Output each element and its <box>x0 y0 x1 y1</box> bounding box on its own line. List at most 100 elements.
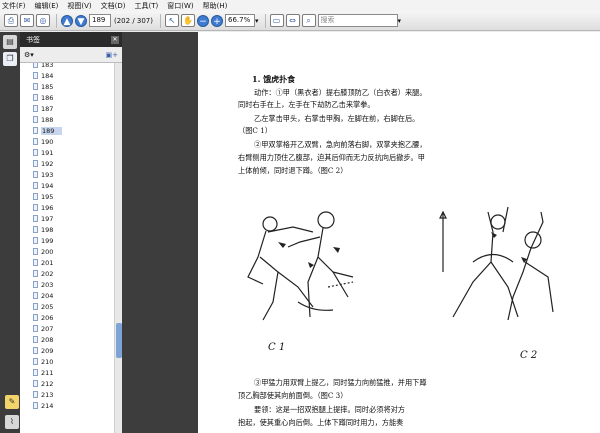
bookmark-item[interactable]: 183 <box>20 63 122 70</box>
close-icon[interactable]: ✕ <box>111 35 119 44</box>
find-button[interactable]: ⌕ <box>301 14 316 28</box>
bookmark-label: 183 <box>41 63 54 69</box>
bookmark-label: 200 <box>41 247 54 256</box>
toolbar-divider <box>264 13 266 28</box>
text-line: 右臂侧用力顶住乙腹部，迫其后仰而无力反抗向后撤步。甲 <box>238 153 425 162</box>
bookmark-label: 213 <box>41 390 54 399</box>
bookmark-item[interactable]: 198 <box>20 224 122 235</box>
arrow-up-icon: ▲ <box>61 14 73 27</box>
collab-button[interactable]: ◎ <box>36 14 50 28</box>
menu-help[interactable]: 帮助(H) <box>203 1 228 11</box>
bookmark-item[interactable]: 199 <box>20 235 122 246</box>
text-line: 乙左掌击甲头，右掌击甲胸，左脚在前，右脚在后。 <box>254 114 420 123</box>
bookmark-item[interactable]: 200 <box>20 246 122 257</box>
bookmark-item[interactable]: 211 <box>20 367 122 378</box>
bookmark-item[interactable]: 190 <box>20 136 122 147</box>
bookmark-item[interactable]: 189 <box>20 125 122 136</box>
menu-document[interactable]: 文档(D) <box>101 1 126 11</box>
bookmark-item[interactable]: 184 <box>20 70 122 81</box>
bookmark-item[interactable]: 214 <box>20 400 122 411</box>
bookmark-item[interactable]: 208 <box>20 334 122 345</box>
text-line: ②甲双掌格开乙双臂，急向前落右脚，双掌夹抱乙腰， <box>254 140 427 149</box>
bookmark-item[interactable]: 210 <box>20 356 122 367</box>
bookmark-item[interactable]: 196 <box>20 202 122 213</box>
toolbar-divider <box>160 13 161 28</box>
bookmark-item[interactable]: 185 <box>20 81 122 92</box>
zoom-out-button[interactable]: − <box>197 14 209 28</box>
chevron-down-icon: ▾ <box>255 16 259 25</box>
bookmark-item[interactable]: 191 <box>20 147 122 158</box>
bookmark-label: 190 <box>41 137 54 146</box>
bookmark-icon <box>33 369 38 376</box>
next-page-button[interactable]: ▼ <box>75 14 87 28</box>
new-bookmark-button[interactable]: ▣+ <box>106 51 118 59</box>
comments-panel-button[interactable]: ✎ <box>2 392 19 412</box>
select-tool-button[interactable]: ↖ <box>165 14 179 28</box>
bookmark-label: 187 <box>41 104 54 113</box>
bookmark-item[interactable]: 197 <box>20 213 122 224</box>
print-button[interactable]: ⎙ <box>4 14 18 28</box>
text-line: 要领：这是一招双抱腿上提摔。同时必须将对方 <box>254 405 405 414</box>
bookmark-item[interactable]: 206 <box>20 312 122 323</box>
bookmark-item[interactable]: 204 <box>20 290 122 301</box>
fit-width-icon: ⇔ <box>285 14 300 27</box>
binoculars-icon: ⌕ <box>301 14 316 27</box>
options-menu-button[interactable]: ⚙▾ <box>24 51 34 59</box>
attachments-panel-button[interactable]: ⌇ <box>2 412 19 432</box>
bookmark-label: 203 <box>41 280 54 289</box>
bookmark-item[interactable]: 212 <box>20 378 122 389</box>
search-input[interactable]: 搜索 <box>317 14 398 27</box>
hand-tool-button[interactable]: ✋ <box>181 14 195 28</box>
bookmark-item[interactable]: 201 <box>20 257 122 268</box>
prev-page-button[interactable]: ▲ <box>61 14 73 28</box>
menu-edit[interactable]: 编辑(E) <box>35 1 59 11</box>
search-dropdown[interactable]: ▾ <box>398 14 402 28</box>
bookmark-label: 197 <box>41 214 54 223</box>
bookmarks-icon[interactable]: ❐ <box>3 52 17 66</box>
toolbar: ⎙ ✉ ◎ ▲ ▼ 189 (202 / 307) ↖ ✋ − + 66.7% … <box>0 11 600 31</box>
email-button[interactable]: ✉ <box>20 14 34 28</box>
menu-file[interactable]: 文件(F) <box>2 1 26 11</box>
bookmark-item[interactable]: 205 <box>20 301 122 312</box>
bookmark-icon <box>33 237 38 244</box>
comment-icon: ✎ <box>5 395 19 409</box>
envelope-icon: ✉ <box>20 14 34 27</box>
bookmark-label: 210 <box>41 357 54 366</box>
bookmark-item[interactable]: 203 <box>20 279 122 290</box>
zoom-in-button[interactable]: + <box>211 14 223 28</box>
page-number-input[interactable]: 189 <box>89 14 111 27</box>
bookmark-label: 192 <box>41 159 54 168</box>
hand-icon: ✋ <box>181 14 195 27</box>
bookmark-icon <box>33 83 38 90</box>
bookmarks-panel: 书签 ✕ ⚙▾ ▣+ 183 184 185 186 187 188 189 190 191 19… <box>20 32 122 433</box>
bookmark-item[interactable]: 187 <box>20 103 122 114</box>
menu-tools[interactable]: 工具(T) <box>135 1 159 11</box>
bookmark-label: 194 <box>41 181 54 190</box>
bookmark-item[interactable]: 192 <box>20 158 122 169</box>
menu-window[interactable]: 窗口(W) <box>167 1 193 11</box>
menu-view[interactable]: 视图(V) <box>67 1 91 11</box>
bookmark-icon <box>33 347 38 354</box>
fit-width-button[interactable]: ⇔ <box>285 14 300 28</box>
bookmark-item[interactable]: 202 <box>20 268 122 279</box>
bookmark-item[interactable]: 195 <box>20 191 122 202</box>
bookmark-label: 188 <box>41 115 54 124</box>
panel-toolbar: ⚙▾ ▣+ <box>20 47 122 63</box>
bookmark-label: 184 <box>41 71 54 80</box>
bookmark-item[interactable]: 193 <box>20 169 122 180</box>
zoom-level-input[interactable]: 66.7% <box>225 14 255 27</box>
pages-icon[interactable]: ▤ <box>3 35 17 49</box>
bookmark-item[interactable]: 194 <box>20 180 122 191</box>
bookmark-item[interactable]: 207 <box>20 323 122 334</box>
bookmark-item[interactable]: 188 <box>20 114 122 125</box>
bookmark-icon <box>33 193 38 200</box>
bookmark-label: 211 <box>41 368 54 377</box>
bookmark-item[interactable]: 186 <box>20 92 122 103</box>
plus-icon: + <box>211 14 223 27</box>
bookmark-icon <box>33 281 38 288</box>
fit-page-button[interactable]: ▭ <box>269 14 284 28</box>
zoom-dropdown[interactable]: ▾ <box>255 14 259 28</box>
bookmark-item[interactable]: 213 <box>20 389 122 400</box>
scrollbar[interactable] <box>114 63 122 433</box>
bookmark-item[interactable]: 209 <box>20 345 122 356</box>
